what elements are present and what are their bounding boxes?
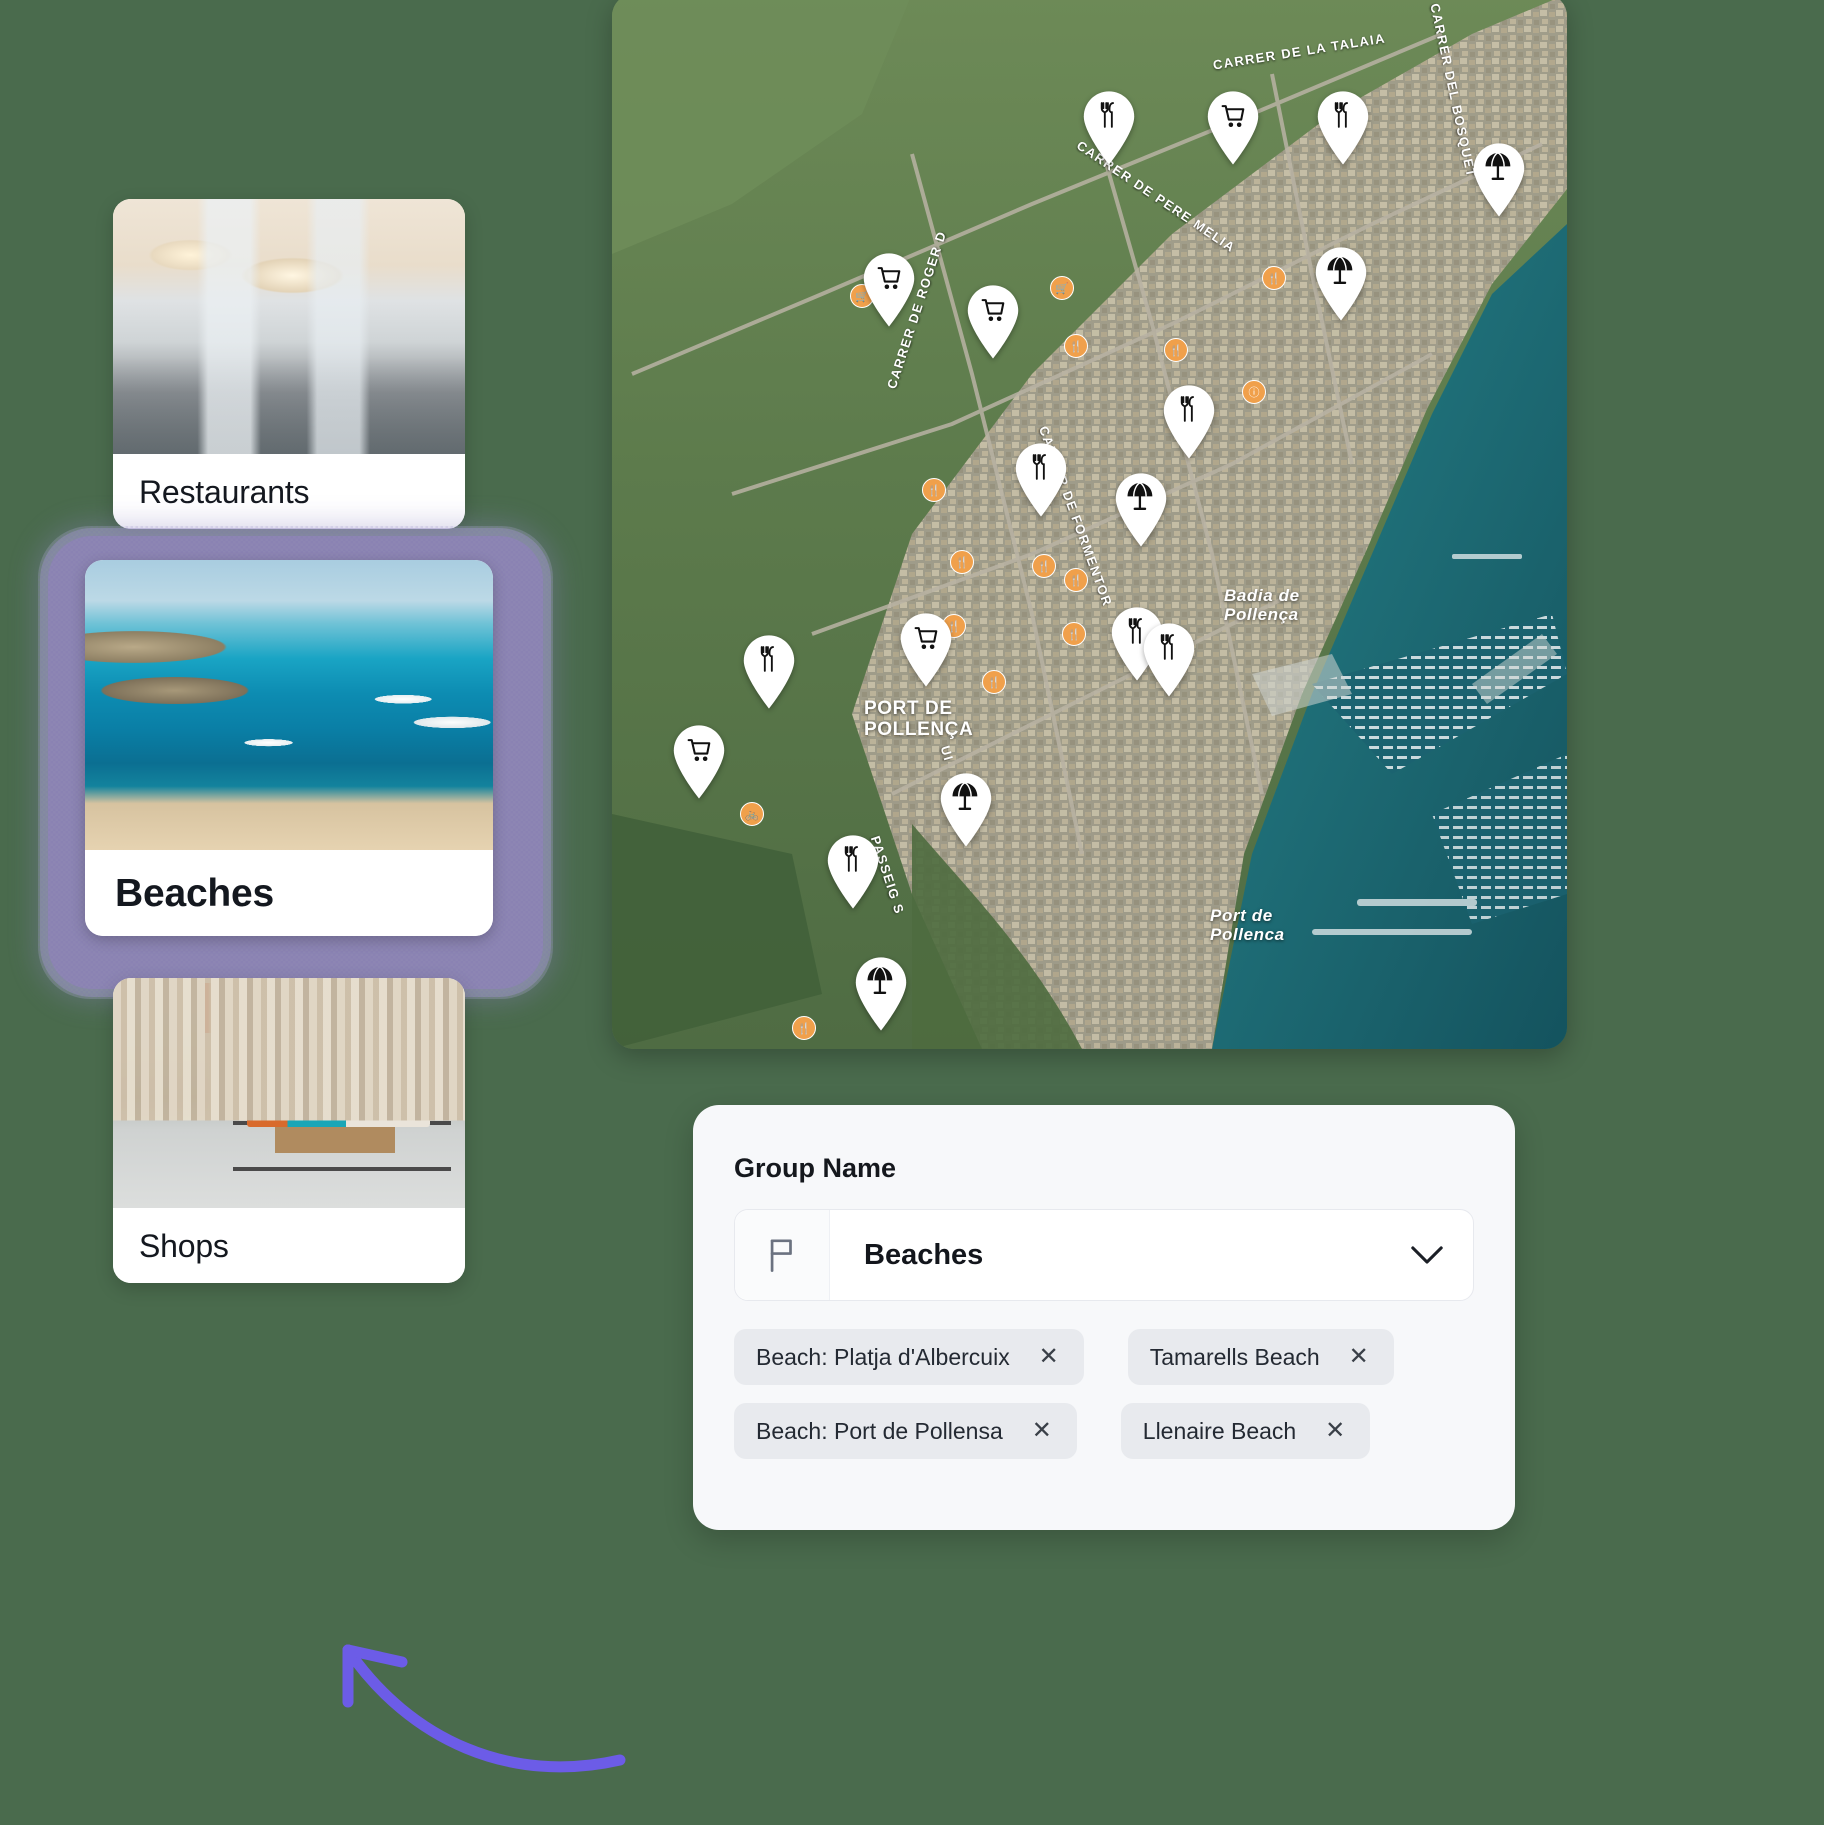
beach-umbrella-pin[interactable] xyxy=(1470,142,1528,218)
beach-umbrella-pin[interactable] xyxy=(937,772,995,848)
category-card-beaches-selection-outline: Beaches xyxy=(38,526,553,999)
poi-restaurant-dot[interactable]: 🍴 xyxy=(1064,568,1088,592)
close-icon[interactable]: ✕ xyxy=(1029,1418,1055,1444)
group-member-chip[interactable]: Tamarells Beach ✕ xyxy=(1127,1329,1394,1385)
group-member-chip[interactable]: Beach: Port de Pollensa ✕ xyxy=(734,1403,1077,1459)
category-card-label: Beaches xyxy=(115,871,275,915)
poi-bike-dot[interactable]: 🚲 xyxy=(740,802,764,826)
group-member-chip[interactable]: Llenaire Beach ✕ xyxy=(1120,1403,1371,1459)
poi-restaurant-dot[interactable]: 🍴 xyxy=(922,478,946,502)
poi-shop-dot[interactable]: 🛒 xyxy=(1050,276,1074,300)
close-icon[interactable]: ✕ xyxy=(1036,1344,1062,1370)
restaurant-pin[interactable] xyxy=(1160,384,1218,460)
category-card-label: Restaurants xyxy=(139,473,310,510)
category-card-shops[interactable]: LOCAL Shops xyxy=(113,978,465,1283)
beach-umbrella-pin[interactable] xyxy=(1112,472,1170,548)
store-counter xyxy=(274,1074,395,1153)
group-name-value: Beaches xyxy=(864,1238,984,1271)
category-card-caption: Beaches xyxy=(85,850,493,936)
map-panel[interactable]: PORT DE POLLENÇA Badia de Pollença Port de… xyxy=(612,0,1567,1049)
poi-restaurant-dot[interactable]: 🍴 xyxy=(950,550,974,574)
restaurant-pin[interactable] xyxy=(740,634,798,710)
shop-pin[interactable] xyxy=(964,284,1022,360)
category-card-label: Shops xyxy=(139,1227,229,1264)
shop-pin[interactable] xyxy=(860,252,918,328)
poi-restaurant-dot[interactable]: 🍴 xyxy=(1262,266,1286,290)
store-sign: LOCAL xyxy=(204,982,240,1034)
group-members-chip-list: Beach: Platja d'Albercuix ✕ Tamarells Beac… xyxy=(734,1329,1474,1459)
group-member-chip-label: Llenaire Beach xyxy=(1142,1417,1297,1444)
shop-pin[interactable] xyxy=(897,612,955,688)
category-card-caption: Shops xyxy=(113,1208,465,1283)
beach-umbrella-pin[interactable] xyxy=(852,956,910,1032)
category-card-beaches[interactable]: Beaches xyxy=(85,560,493,936)
group-name-select[interactable]: Beaches xyxy=(734,1209,1474,1301)
map-town-label: PORT DE POLLENÇA xyxy=(864,698,974,741)
screen: Restaurants Beaches LOCAL Shops PORT DE … xyxy=(0,0,1824,1825)
poi-restaurant-dot[interactable]: 🍴 xyxy=(1064,334,1088,358)
store-display-table xyxy=(232,1120,451,1125)
group-member-chip-label: Tamarells Beach xyxy=(1149,1343,1320,1370)
store-goods xyxy=(246,1111,430,1128)
chevron-down-icon[interactable] xyxy=(1381,1245,1473,1265)
map-port-label: Port de Pollenca xyxy=(1210,906,1285,945)
map-bay-label: Badia de Pollença xyxy=(1224,586,1300,625)
poi-restaurant-dot[interactable]: 🍴 xyxy=(1032,554,1056,578)
group-editor-panel: Group Name Beaches Beach: Platja d'Alber… xyxy=(693,1105,1515,1530)
restaurant-pin[interactable] xyxy=(1080,90,1138,166)
close-icon[interactable]: ✕ xyxy=(1322,1418,1348,1444)
beach-cove-boats-photo xyxy=(85,560,493,850)
close-icon[interactable]: ✕ xyxy=(1346,1344,1372,1370)
flag-icon xyxy=(735,1210,830,1300)
group-member-chip[interactable]: Beach: Platja d'Albercuix ✕ xyxy=(734,1329,1084,1385)
poi-info-dot[interactable]: ⓘ xyxy=(1242,380,1266,404)
poi-restaurant-dot[interactable]: 🍴 xyxy=(1164,338,1188,362)
restaurant-pin[interactable] xyxy=(1012,442,1070,518)
group-member-chip-label: Beach: Port de Pollensa xyxy=(756,1417,1003,1444)
restaurant-interior-photo xyxy=(113,199,465,454)
restaurant-pin[interactable] xyxy=(1140,622,1198,698)
poi-restaurant-dot[interactable]: 🍴 xyxy=(1062,622,1086,646)
clothing-store-interior-photo: LOCAL xyxy=(113,978,465,1208)
poi-restaurant-dot[interactable]: 🍴 xyxy=(792,1016,816,1040)
curved-arrow-icon xyxy=(342,1644,626,1773)
shop-pin[interactable] xyxy=(670,724,728,800)
restaurant-pin[interactable] xyxy=(824,834,882,910)
category-card-restaurants[interactable]: Restaurants xyxy=(113,199,465,529)
group-member-chip-label: Beach: Platja d'Albercuix xyxy=(756,1343,1010,1370)
poi-restaurant-dot[interactable]: 🍴 xyxy=(982,670,1006,694)
beach-umbrella-pin[interactable] xyxy=(1312,246,1370,322)
shop-pin[interactable] xyxy=(1204,90,1262,166)
category-card-caption: Restaurants xyxy=(113,454,465,529)
group-name-label: Group Name xyxy=(734,1153,897,1183)
restaurant-pin[interactable] xyxy=(1314,90,1372,166)
